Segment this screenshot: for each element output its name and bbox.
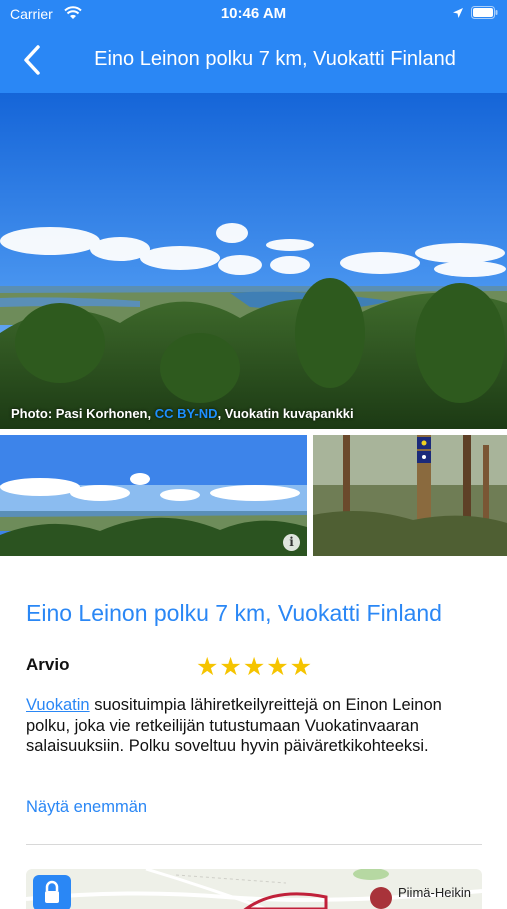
show-more-link[interactable]: Näytä enemmän [26, 798, 147, 817]
thumbnail-trail-marker[interactable] [313, 435, 507, 556]
photo-credit: Photo: Pasi Korhonen, CC BY-ND, Vuokatin… [11, 406, 354, 421]
top-bar: Carrier 10:46 AM Eino Leinon polku 7 km,… [0, 0, 507, 93]
hero-photo[interactable] [0, 93, 507, 429]
map-preview[interactable]: Piimä-Heikin [26, 869, 482, 909]
back-chevron-icon[interactable] [20, 44, 44, 76]
star-rating: ★★★★★ [196, 653, 314, 681]
location-arrow-icon [453, 8, 463, 18]
nav-title: Eino Leinon polku 7 km, Vuokatti Finland [94, 48, 456, 70]
map-pin-icon[interactable] [370, 887, 392, 909]
navigation-bar: Eino Leinon polku 7 km, Vuokatti Finland [0, 28, 507, 93]
map-place-label: Piimä-Heikin [398, 885, 471, 900]
detail-content: Eino Leinon polku 7 km, Vuokatti Finland… [0, 556, 507, 909]
status-bar: Carrier 10:46 AM [0, 0, 507, 28]
thumbnail-lake-view[interactable] [0, 435, 307, 556]
description: Vuokatin suosituimpia lähiretkeilyreitte… [26, 695, 486, 757]
rating-label: Arvio [26, 655, 70, 674]
page-title: Eino Leinon polku 7 km, Vuokatti Finland [26, 600, 442, 626]
info-icon[interactable]: i [283, 534, 300, 551]
credit-prefix: Photo: Pasi Korhonen, [11, 406, 155, 421]
battery-icon [471, 6, 498, 19]
divider [26, 844, 482, 845]
credit-suffix: , Vuokatin kuvapankki [217, 406, 354, 421]
license-link[interactable]: CC BY-ND [155, 406, 218, 421]
description-link[interactable]: Vuokatin [26, 696, 90, 714]
status-time: 10:46 AM [220, 5, 287, 22]
lock-icon[interactable] [33, 875, 71, 909]
